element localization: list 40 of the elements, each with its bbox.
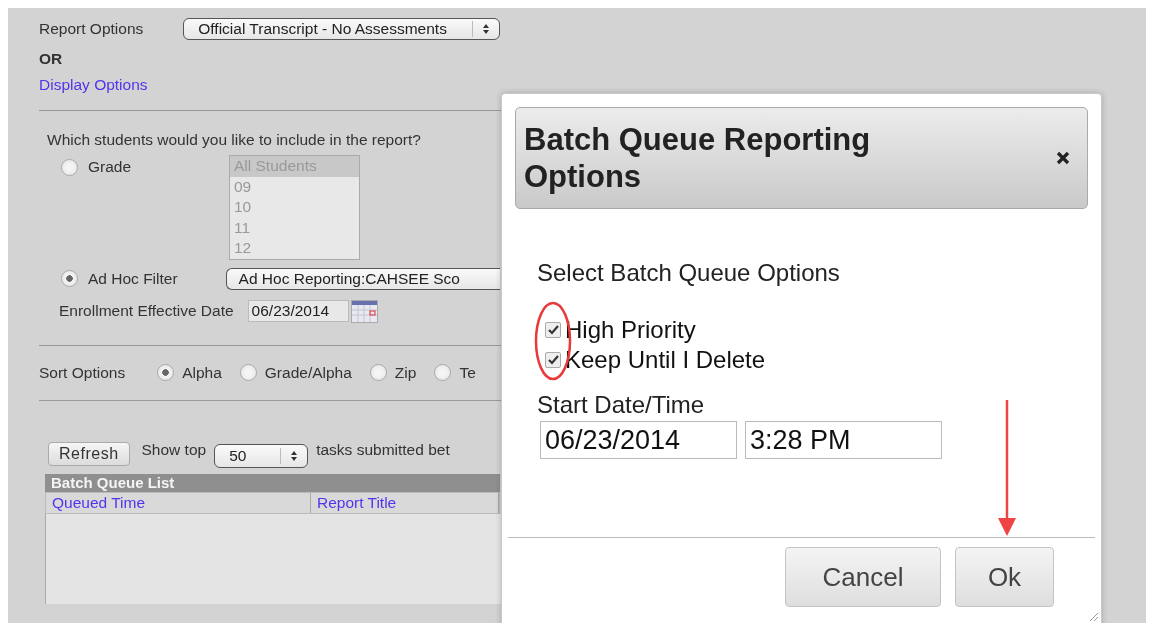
radio-button[interactable] <box>61 158 78 176</box>
date-input[interactable]: 06/23/2014 <box>540 421 737 459</box>
field-label: Enrollment Effective Date <box>59 302 234 320</box>
time-input[interactable]: 3:28 PM <box>745 421 942 459</box>
or-label: OR <box>39 50 64 68</box>
date-field[interactable]: 06/23/2014 <box>247 300 349 322</box>
column-header[interactable]: Queued Time <box>46 492 311 513</box>
calendar-icon[interactable] <box>350 299 378 323</box>
display-options-link[interactable]: Display Options <box>39 76 500 94</box>
checkbox[interactable] <box>545 322 561 338</box>
radio-label: Grade <box>88 158 132 176</box>
question-text: Which students would you like to include in the report? <box>47 131 422 149</box>
radio-label: Grade/Alpha <box>264 363 352 382</box>
field-label: tasks submitted bet <box>316 440 450 459</box>
resize-grip-icon <box>1089 612 1099 622</box>
radio-label: Zip <box>394 363 417 382</box>
radio-button[interactable] <box>157 364 175 381</box>
field-label: Start Date/Time <box>537 391 706 419</box>
field-label: Report Options <box>39 20 144 38</box>
ad-hoc-select[interactable]: Ad Hoc Reporting:CAHSEE Sco <box>225 267 500 290</box>
refresh-button[interactable]: Refresh <box>48 442 130 466</box>
radio-label: Te <box>459 363 476 382</box>
radio-label: Ad Hoc Filter <box>88 269 178 288</box>
radio-button[interactable] <box>239 364 257 381</box>
count-select[interactable]: 50 <box>214 443 309 468</box>
section-heading: Select Batch Queue Options <box>537 259 841 287</box>
field-label: Show top <box>141 440 207 459</box>
cancel-button[interactable]: Cancel <box>785 547 941 607</box>
checkbox[interactable] <box>545 352 561 368</box>
ok-button[interactable]: Ok <box>955 547 1054 607</box>
list-header: Batch Queue List <box>45 473 500 492</box>
report-options-select[interactable]: Official Transcript - No Assessments <box>183 18 500 40</box>
dialog-title: Batch Queue Reporting Options <box>524 121 872 195</box>
radio-button[interactable] <box>434 364 452 381</box>
radio-button[interactable] <box>369 364 387 381</box>
column-header[interactable]: Report Title <box>310 492 499 513</box>
checkbox-label: Keep Until I Delete <box>565 345 766 375</box>
field-label: Sort Options <box>39 363 126 382</box>
radio-label: Alpha <box>182 363 222 382</box>
radio-button[interactable] <box>61 270 78 287</box>
